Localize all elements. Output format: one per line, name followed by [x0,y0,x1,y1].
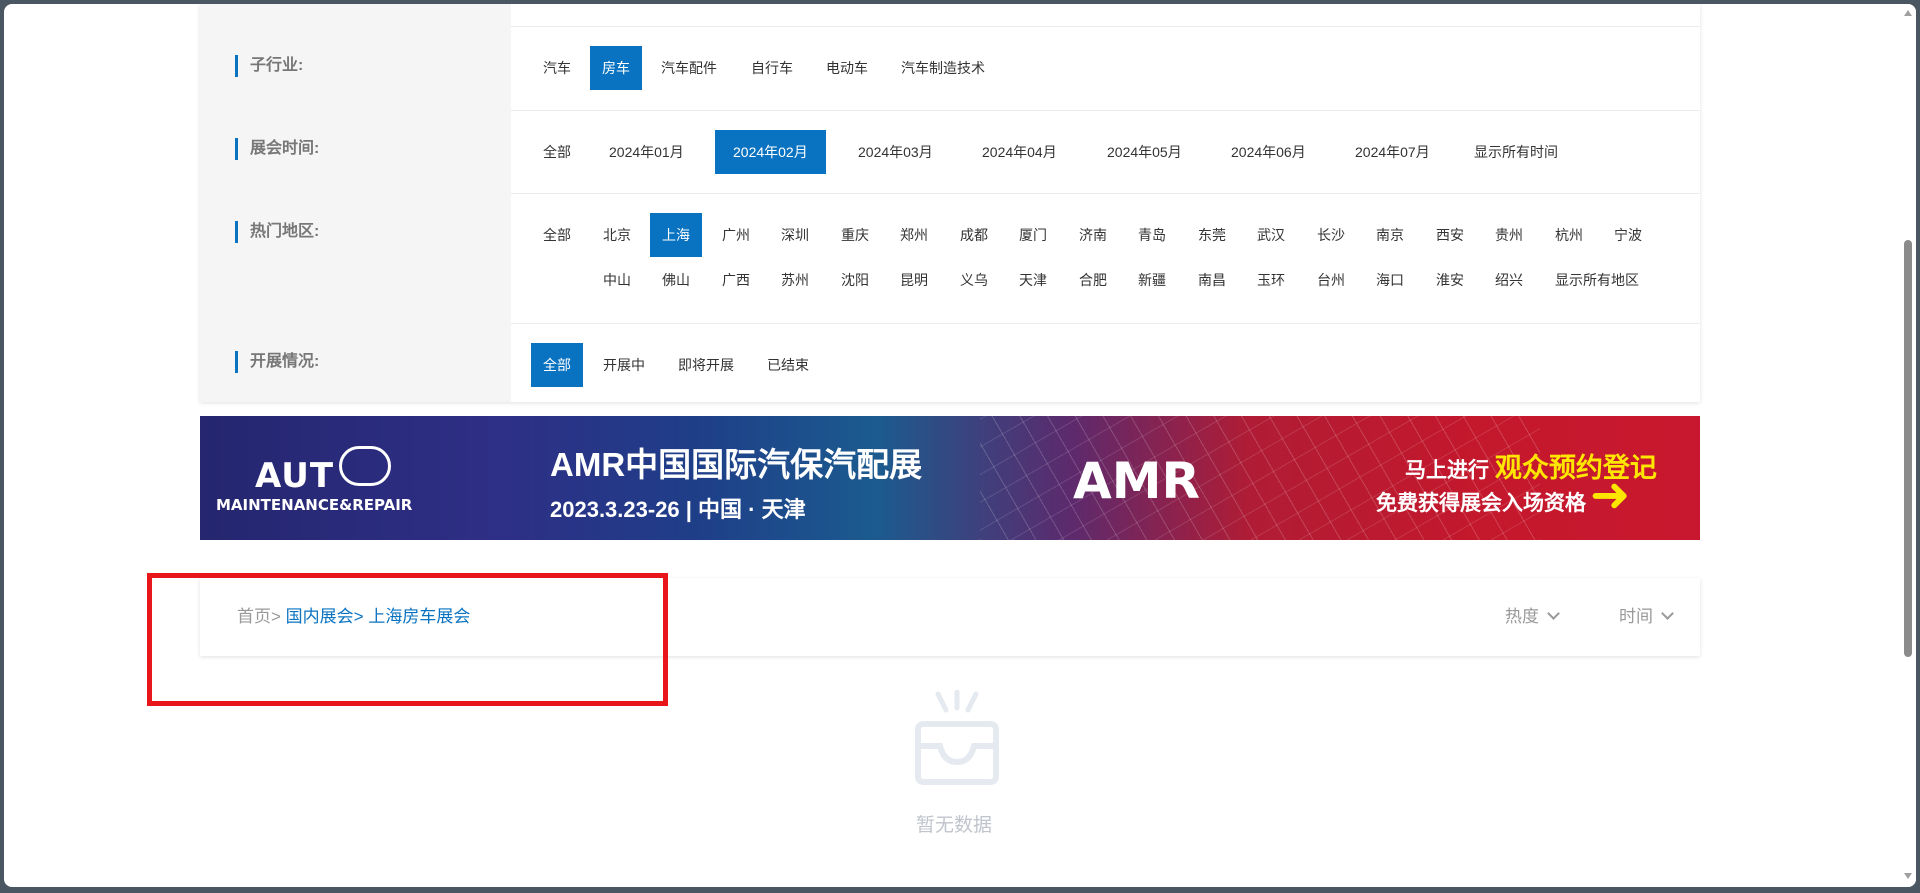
chevron-down-icon [1547,607,1560,620]
hot-region-label: 热门地区: [235,221,319,243]
region-option[interactable]: 沈阳 [829,258,881,302]
filter-row-sub-industry: 子行业: 汽车 房车 汽车配件 自行车 电动车 汽车制造技术 [200,26,1700,111]
sub-industry-label: 子行业: [235,55,303,77]
browser-viewport: 子行业: 汽车 房车 汽车配件 自行车 电动车 汽车制造技术 展会时间: 全部 … [4,4,1916,887]
scroll-down-arrow-icon[interactable] [1904,873,1912,879]
region-option[interactable]: 海口 [1364,258,1416,302]
annotation-highlight-box [147,573,668,706]
status-option-ongoing[interactable]: 开展中 [591,343,657,387]
time-option-2024-02[interactable]: 2024年02月 [715,130,826,174]
sub-industry-option-car[interactable]: 汽车 [531,46,583,90]
vertical-scrollbar[interactable] [1900,4,1916,887]
region-option[interactable]: 中山 [591,258,643,302]
region-option[interactable]: 深圳 [769,213,821,257]
time-option-2024-03[interactable]: 2024年03月 [846,130,945,174]
region-option[interactable]: 长沙 [1305,213,1357,257]
banner-cta-highlight: 观众预约登记 [1494,453,1657,483]
time-option-2024-07[interactable]: 2024年07月 [1343,130,1442,174]
time-option-all[interactable]: 全部 [531,130,583,174]
region-option[interactable]: 义乌 [948,258,1000,302]
region-option[interactable]: 青岛 [1126,213,1178,257]
time-option-show-all[interactable]: 显示所有时间 [1462,130,1570,174]
sub-industry-option-manufacturing[interactable]: 汽车制造技术 [889,46,997,90]
sub-industry-option-bicycle[interactable]: 自行车 [739,46,805,90]
exhibition-time-label: 展会时间: [235,138,319,160]
region-option[interactable]: 广州 [710,213,762,257]
region-option[interactable]: 贵州 [1483,213,1535,257]
sub-industry-option-auto-parts[interactable]: 汽车配件 [649,46,729,90]
region-option[interactable]: 东莞 [1186,213,1238,257]
filter-label-cell: 开展情况: [200,323,511,402]
region-option[interactable]: 郑州 [888,213,940,257]
region-option[interactable]: 新疆 [1126,258,1178,302]
sort-time-label: 时间 [1619,607,1653,626]
banner-brand: AMR [1073,452,1200,510]
region-option[interactable]: 宁波 [1602,213,1654,257]
filter-row-hot-region: 热门地区: 全部 北京 上海 广州 深圳 重庆 郑州 成都 厦门 济南 青岛 东莞 武汉 长沙 南京 西安 贵州… [200,193,1700,324]
region-option[interactable]: 佛山 [650,258,702,302]
region-option[interactable]: 南昌 [1186,258,1238,302]
scroll-up-arrow-icon[interactable] [1904,10,1912,16]
region-option[interactable]: 上海 [650,213,702,257]
region-option[interactable]: 厦门 [1007,213,1059,257]
sub-industry-option-ev[interactable]: 电动车 [814,46,880,90]
region-option[interactable]: 玉环 [1245,258,1297,302]
banner-logo-subtitle: MAINTENANCE&REPAIR [216,496,413,514]
empty-inbox-icon [915,690,999,785]
time-option-2024-06[interactable]: 2024年06月 [1219,130,1318,174]
sort-time[interactable]: 时间 [1619,606,1674,628]
filter-row-exhibition-time: 展会时间: 全部 2024年01月 2024年02月 2024年03月 2024… [200,110,1700,194]
filter-label-cell: 子行业: [200,26,511,110]
region-option[interactable]: 西安 [1424,213,1476,257]
banner-title: AMR中国国际汽保汽配展 [550,446,923,483]
region-option[interactable]: 全部 [531,213,583,257]
filter-label-cell: 热门地区: [200,193,511,323]
sub-industry-option-rv[interactable]: 房车 [590,46,642,90]
region-option[interactable]: 合肥 [1067,258,1119,302]
time-option-2024-05[interactable]: 2024年05月 [1095,130,1194,174]
page-content: 子行业: 汽车 房车 汽车配件 自行车 电动车 汽车制造技术 展会时间: 全部 … [4,4,1900,887]
status-option-ended[interactable]: 已结束 [755,343,821,387]
region-option[interactable]: 南京 [1364,213,1416,257]
region-option[interactable]: 杭州 [1543,213,1595,257]
banner-logo-text: AUT [255,456,335,496]
filter-row-previous [200,4,1700,27]
amr-expo-banner[interactable]: AUT MAINTENANCE&REPAIR AMR中国国际汽保汽配展 2023… [200,416,1700,540]
chevron-down-icon [1661,607,1674,620]
region-option[interactable]: 苏州 [769,258,821,302]
filter-row-status: 开展情况: 全部 开展中 即将开展 已结束 [200,323,1700,402]
banner-cta-line2: 免费获得展会入场资格 [1376,492,1586,515]
scrollbar-thumb[interactable] [1904,240,1912,657]
banner-cta-prefix: 马上进行 [1405,459,1489,482]
region-option[interactable]: 淮安 [1424,258,1476,302]
arrow-right-icon: ➜ [1590,469,1631,522]
empty-state-text: 暂无数据 [915,815,992,836]
region-option[interactable]: 重庆 [829,213,881,257]
region-option[interactable]: 台州 [1305,258,1357,302]
region-option[interactable]: 成都 [948,213,1000,257]
region-option[interactable]: 绍兴 [1483,258,1535,302]
region-option[interactable]: 广西 [710,258,762,302]
region-option[interactable]: 天津 [1007,258,1059,302]
sort-popularity-label: 热度 [1505,607,1539,626]
region-option[interactable]: 武汉 [1245,213,1297,257]
status-option-upcoming[interactable]: 即将开展 [666,343,746,387]
filter-label-cell [200,4,511,26]
region-option[interactable]: 昆明 [888,258,940,302]
region-option[interactable]: 显示所有地区 [1543,258,1651,302]
time-option-2024-01[interactable]: 2024年01月 [597,130,696,174]
region-option[interactable]: 济南 [1067,213,1119,257]
status-label: 开展情况: [235,351,319,373]
banner-date: 2023.3.23-26 | 中国 · 天津 [550,497,806,522]
region-option[interactable]: 北京 [591,213,643,257]
time-option-2024-04[interactable]: 2024年04月 [970,130,1069,174]
filter-panel: 子行业: 汽车 房车 汽车配件 自行车 电动车 汽车制造技术 展会时间: 全部 … [200,4,1700,402]
filter-label-cell: 展会时间: [200,110,511,193]
sort-popularity[interactable]: 热度 [1505,606,1560,628]
status-option-all[interactable]: 全部 [531,343,583,387]
wrench-logo-icon [339,446,391,486]
